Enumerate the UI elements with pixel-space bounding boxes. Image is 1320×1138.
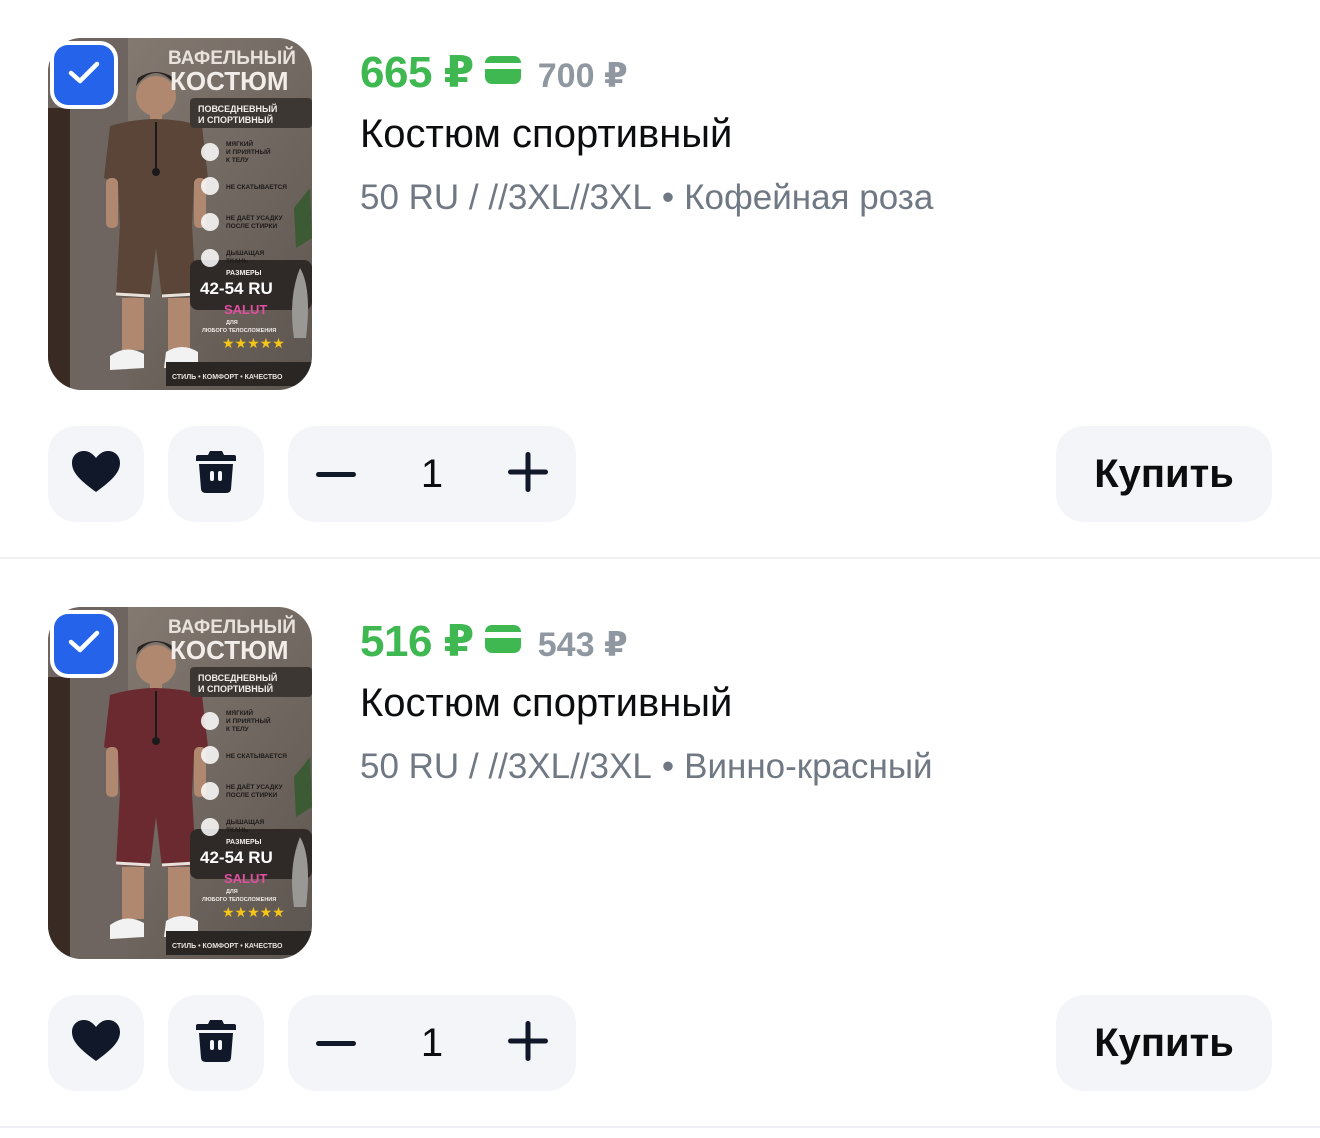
image-feature-1b: И ПРИЯТНЫЙ bbox=[226, 716, 271, 725]
image-feature-2: НЕ СКАТЫВАЕТСЯ bbox=[226, 184, 287, 191]
divider bbox=[0, 1126, 1320, 1128]
price-row: 665 ₽ 700 ₽ bbox=[360, 44, 628, 100]
price-current: 516 ₽ bbox=[360, 616, 474, 666]
buy-button[interactable]: Купить bbox=[1056, 426, 1272, 522]
image-feature-4b: ТКАНЬ bbox=[226, 258, 248, 265]
quantity-stepper: 1 bbox=[288, 995, 576, 1091]
image-for-any-2: ЛЮБОГО ТЕЛОСЛОЖЕНИЯ bbox=[202, 897, 276, 903]
price-row: 516 ₽ 543 ₽ bbox=[360, 613, 628, 669]
image-sizes-value: 42-54 RU bbox=[200, 279, 273, 298]
cart-item: ВАФЕЛЬНЫЙ КОСТЮМ ПОВСЕДНЕВНЫЙ И СПОРТИВН… bbox=[0, 569, 1320, 1138]
quantity-value[interactable]: 1 bbox=[402, 452, 462, 497]
image-feature-3b: ПОСЛЕ СТИРКИ bbox=[226, 223, 277, 230]
image-subtitle-1: ПОВСЕДНЕВНЫЙ bbox=[198, 672, 277, 683]
variant-color: Винно-красный bbox=[684, 747, 933, 786]
select-checkbox[interactable] bbox=[50, 610, 118, 678]
image-rating-stars: ★★★★★ bbox=[222, 336, 285, 352]
cart-item: ВАФЕЛЬНЫЙ КОСТЮМ ПОВСЕДНЕВНЫЙ И СПОРТИВН… bbox=[0, 0, 1320, 569]
plus-icon bbox=[508, 451, 548, 497]
decrease-button[interactable] bbox=[310, 1017, 362, 1069]
image-feature-3b: ПОСЛЕ СТИРКИ bbox=[226, 792, 277, 799]
image-subtitle-1: ПОВСЕДНЕВНЫЙ bbox=[198, 103, 277, 114]
check-icon bbox=[67, 60, 101, 91]
product-title[interactable]: Костюм спортивный bbox=[360, 681, 732, 726]
heart-icon bbox=[71, 450, 121, 499]
image-feature-1b: И ПРИЯТНЫЙ bbox=[226, 147, 271, 156]
minus-icon bbox=[316, 1034, 356, 1052]
image-feature-2: НЕ СКАТЫВАЕТСЯ bbox=[226, 753, 287, 760]
image-feature-1a: МЯГКИЙ bbox=[226, 708, 253, 717]
image-feature-1c: К ТЕЛУ bbox=[226, 157, 250, 164]
price-old: 543 ₽ bbox=[537, 626, 628, 664]
image-feature-3a: НЕ ДАЁТ УСАДКУ bbox=[226, 214, 284, 222]
image-brand: SALUT bbox=[224, 871, 267, 886]
increase-button[interactable] bbox=[502, 448, 554, 500]
price-old: 700 ₽ bbox=[537, 57, 628, 95]
image-sizes-label: РАЗМЕРЫ bbox=[226, 270, 262, 277]
heart-icon bbox=[71, 1019, 121, 1068]
image-feature-4a: ДЫШАЩАЯ bbox=[226, 250, 265, 257]
image-sizes-label: РАЗМЕРЫ bbox=[226, 839, 262, 846]
image-feature-4b: ТКАНЬ bbox=[226, 827, 248, 834]
card-icon bbox=[484, 624, 522, 659]
image-subtitle-2: И СПОРТИВНЫЙ bbox=[198, 683, 273, 694]
image-feature-1a: МЯГКИЙ bbox=[226, 139, 253, 148]
trash-icon bbox=[195, 1018, 237, 1069]
select-checkbox[interactable] bbox=[50, 41, 118, 109]
image-sizes-value: 42-54 RU bbox=[200, 848, 273, 867]
image-for-any-1: ДЛЯ bbox=[226, 320, 238, 326]
plus-icon bbox=[508, 1020, 548, 1066]
image-headline-2: КОСТЮМ bbox=[170, 635, 289, 665]
image-headline-2: КОСТЮМ bbox=[170, 66, 289, 96]
increase-button[interactable] bbox=[502, 1017, 554, 1069]
image-brand: SALUT bbox=[224, 302, 267, 317]
delete-button[interactable] bbox=[168, 995, 264, 1091]
card-icon bbox=[484, 55, 522, 90]
variant-separator: • bbox=[661, 178, 675, 217]
price-current: 665 ₽ bbox=[360, 47, 474, 97]
quantity-value[interactable]: 1 bbox=[402, 1021, 462, 1066]
check-icon bbox=[67, 629, 101, 660]
image-rating-stars: ★★★★★ bbox=[222, 905, 285, 921]
divider bbox=[0, 557, 1320, 559]
image-for-any-2: ЛЮБОГО ТЕЛОСЛОЖЕНИЯ bbox=[202, 328, 276, 334]
favorite-button[interactable] bbox=[48, 426, 144, 522]
image-bottom-text: СТИЛЬ • КОМФОРТ • КАЧЕСТВО bbox=[172, 374, 283, 381]
delete-button[interactable] bbox=[168, 426, 264, 522]
product-title[interactable]: Костюм спортивный bbox=[360, 112, 732, 157]
variant-size: 50 RU / //3XL//3XL bbox=[360, 178, 652, 217]
buy-button[interactable]: Купить bbox=[1056, 995, 1272, 1091]
product-variant: 50 RU / //3XL//3XL • Кофейная роза bbox=[360, 178, 933, 218]
image-feature-4a: ДЫШАЩАЯ bbox=[226, 819, 265, 826]
image-bottom-text: СТИЛЬ • КОМФОРТ • КАЧЕСТВО bbox=[172, 943, 283, 950]
variant-separator: • bbox=[661, 747, 675, 786]
product-variant: 50 RU / //3XL//3XL • Винно-красный bbox=[360, 747, 933, 787]
decrease-button[interactable] bbox=[310, 448, 362, 500]
variant-color: Кофейная роза bbox=[684, 178, 934, 217]
trash-icon bbox=[195, 449, 237, 500]
variant-size: 50 RU / //3XL//3XL bbox=[360, 747, 652, 786]
quantity-stepper: 1 bbox=[288, 426, 576, 522]
image-feature-3a: НЕ ДАЁТ УСАДКУ bbox=[226, 783, 284, 791]
image-subtitle-2: И СПОРТИВНЫЙ bbox=[198, 114, 273, 125]
image-feature-1c: К ТЕЛУ bbox=[226, 726, 250, 733]
minus-icon bbox=[316, 465, 356, 483]
image-for-any-1: ДЛЯ bbox=[226, 889, 238, 895]
favorite-button[interactable] bbox=[48, 995, 144, 1091]
